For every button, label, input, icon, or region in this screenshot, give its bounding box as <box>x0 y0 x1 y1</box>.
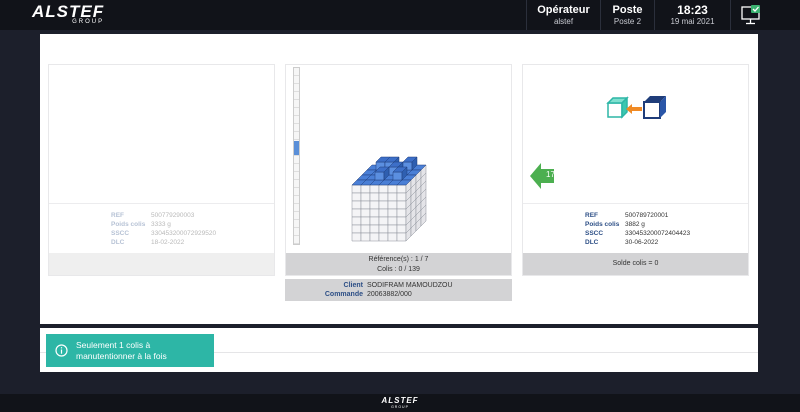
pallet-box-front <box>351 184 362 194</box>
pallet-box-front <box>387 216 398 226</box>
alstef-logo: ALSTEF GROUP <box>32 2 105 25</box>
info-row-poids: Poids colis 3333 g <box>111 221 171 228</box>
pallet-box-front <box>351 232 362 242</box>
pallet-box-front <box>360 184 371 194</box>
operator-block[interactable]: Opérateur alstef <box>526 0 600 30</box>
pallet-box-front <box>396 192 407 202</box>
footer-bar: ALSTEF GROUP <box>0 394 800 412</box>
info-row-sscc: SSCC 330453200072929520 <box>111 230 217 237</box>
info-row-poids: Poids colis 3882 g <box>585 221 645 228</box>
box-transfer-icon <box>606 96 666 119</box>
pallet-box-front <box>369 192 380 202</box>
info-row-dlc: DLC 30-06-2022 <box>585 239 659 246</box>
solde-bar: Solde colis = 0 <box>523 253 748 275</box>
pallet-box-front <box>396 208 407 218</box>
current-colis-panel: 17 REF 500789720001 Poids colis 3882 g S… <box>522 64 749 276</box>
footer-logo: ALSTEF <box>381 396 419 405</box>
info-icon <box>55 344 68 357</box>
operator-title: Opérateur <box>537 4 590 16</box>
info-row-ref: REF 500779290003 <box>111 212 195 219</box>
pallet-box-front <box>378 192 389 202</box>
pallet-box-raised-front <box>392 171 403 181</box>
commande-row: Commande 20063882/000 <box>324 291 412 298</box>
pallet-box-front <box>351 200 362 210</box>
pallet-box-front <box>360 224 371 234</box>
pallet-counter-bar: Référence(s) : 1 / 7 Colis : 0 / 139 <box>286 253 511 275</box>
current-colis-info: REF 500789720001 Poids colis 3882 g SSCC… <box>585 211 690 247</box>
colis-count: Colis : 0 / 139 <box>377 266 420 273</box>
pallet-box-front <box>387 232 398 242</box>
divider <box>523 203 748 204</box>
main-panel: REF 500779290003 Poids colis 3333 g SSCC… <box>40 34 758 324</box>
pallet-box-front <box>369 208 380 218</box>
pallet-panel: Référence(s) : 1 / 7 Colis : 0 / 139 <box>285 64 512 276</box>
header-bar: ALSTEF GROUP Opérateur alstef Poste Post… <box>0 0 800 30</box>
pallet-box-front <box>378 184 389 194</box>
toast-line1: Seulement 1 colis à <box>76 340 151 350</box>
info-row-sscc: SSCC 330453200072404423 <box>585 230 691 237</box>
pallet-box-front <box>396 184 407 194</box>
pallet-box-front <box>387 200 398 210</box>
pallet-box-front <box>387 184 398 194</box>
pallet-box-front <box>351 208 362 218</box>
pallet-box-front <box>369 224 380 234</box>
layer-progress-bar <box>293 67 300 245</box>
pallet-box-front <box>387 208 398 218</box>
pallet-box-front <box>360 232 371 242</box>
pallet-box-front <box>360 208 371 218</box>
poste-block[interactable]: Poste Poste 2 <box>600 0 654 30</box>
pallet-box-front <box>369 216 380 226</box>
pallet-box-front <box>351 216 362 226</box>
poste-value: Poste 2 <box>613 17 642 26</box>
info-row-ref: REF 500789720001 <box>585 212 669 219</box>
pallet-box-front <box>351 224 362 234</box>
previous-colis-info: REF 500779290003 Poids colis 3333 g SSCC… <box>111 211 216 247</box>
pallet-box-front <box>360 216 371 226</box>
pallet-box-front <box>369 200 380 210</box>
info-toast[interactable]: Seulement 1 colis à manutentionner à la … <box>46 334 214 367</box>
pallet-box-front <box>378 200 389 210</box>
operator-name: alstef <box>553 17 574 26</box>
pallet-box-front <box>387 224 398 234</box>
clock-time: 18:23 <box>677 3 708 17</box>
pallet-box-front <box>387 192 398 202</box>
pallet-box-front <box>396 232 407 242</box>
message-panel: Seulement 1 colis à manutentionner à la … <box>40 328 758 372</box>
clock-block: 18:23 19 mai 2021 <box>654 0 730 30</box>
order-info-box: Client SODIFRAM MAMOUDZOU Commande 20063… <box>285 279 512 301</box>
previous-status-bar <box>49 253 274 275</box>
pallet-box-front <box>378 224 389 234</box>
references-count: Référence(s) : 1 / 7 <box>368 256 429 263</box>
divider <box>49 203 274 204</box>
info-row-dlc: DLC 18-02-2022 <box>111 239 185 246</box>
clock-date: 19 mai 2021 <box>670 17 715 26</box>
client-row: Client SODIFRAM MAMOUDZOU <box>343 282 453 289</box>
previous-colis-panel: REF 500779290003 Poids colis 3333 g SSCC… <box>48 64 275 276</box>
pallet-box-front <box>378 208 389 218</box>
pallet-box-front <box>396 200 407 210</box>
pallet-box-front <box>396 216 407 226</box>
arrow-count: 17 <box>546 170 555 179</box>
pallet-box-front <box>378 232 389 242</box>
monitor-check-icon <box>741 5 760 25</box>
poste-title: Poste <box>612 4 643 16</box>
pallet-box-front <box>360 200 371 210</box>
pallet-box-raised-front <box>374 171 385 181</box>
toast-line2: manutentionner à la fois <box>76 351 167 361</box>
pallet-box-front <box>369 184 380 194</box>
layer-progress-indicator <box>294 141 299 155</box>
pallet-3d-view <box>351 156 427 242</box>
pallet-box-front <box>351 192 362 202</box>
status-button[interactable] <box>730 0 770 30</box>
pallet-box-front <box>396 224 407 234</box>
pallet-box-front <box>378 216 389 226</box>
pallet-box-front <box>369 232 380 242</box>
pallet-box-front <box>360 192 371 202</box>
